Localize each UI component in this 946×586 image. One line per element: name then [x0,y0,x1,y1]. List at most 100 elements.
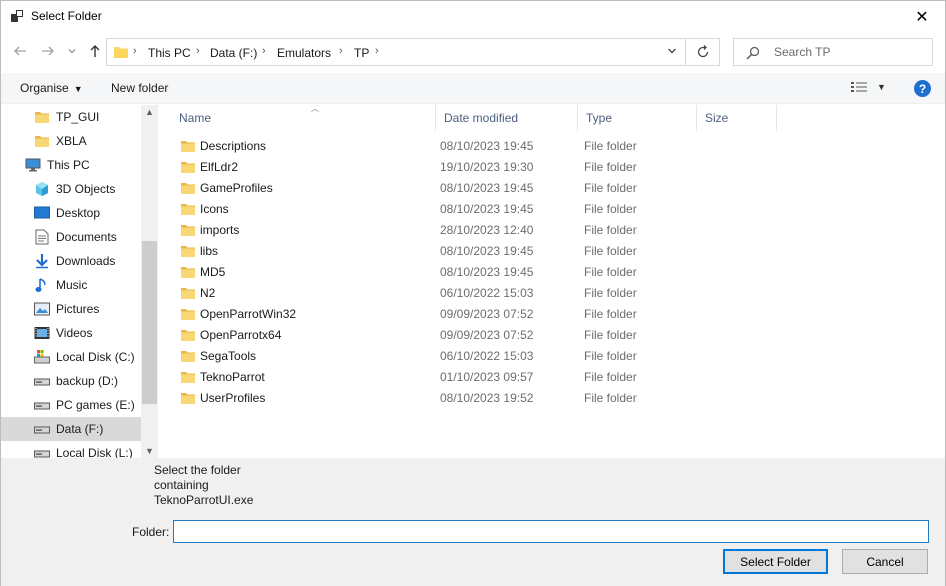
navigation-pane[interactable]: TP_GUI XBLA This PC 3D Objects Desktop Docume… [1,105,158,458]
file-name: libs [200,244,219,258]
table-row[interactable]: imports 28/10/2023 12:40 File folder [159,220,945,241]
table-row[interactable]: MD5 08/10/2023 19:45 File folder [159,262,945,283]
table-row[interactable]: Descriptions 08/10/2023 19:45 File folder [159,136,945,157]
folder-icon [181,204,195,215]
app-window-icon [11,10,23,22]
nav-item-local-disk-l[interactable]: Local Disk (L:) [1,441,141,458]
cancel-button[interactable]: Cancel [842,549,928,574]
nav-item-label: Music [56,278,88,292]
scrollbar-thumb[interactable] [142,241,157,404]
file-name: Icons [200,202,229,216]
nav-item-icon [34,253,50,269]
close-button[interactable]: ✕ [899,1,945,32]
column-header-type[interactable]: Type [578,105,697,131]
search-box[interactable] [733,38,933,66]
breadcrumb-separator[interactable]: › [133,45,137,57]
breadcrumb-emulators[interactable]: Emulators [277,46,331,60]
breadcrumb-separator[interactable]: › [339,45,343,57]
file-date-modified: 08/10/2023 19:52 [440,391,534,405]
table-row[interactable]: SegaTools 06/10/2022 15:03 File folder [159,346,945,367]
help-icon: ? [918,81,927,96]
chevron-down-icon [68,49,76,54]
download-icon [36,254,48,269]
chevron-down-icon[interactable] [667,46,677,56]
search-input[interactable] [772,43,922,61]
nav-item-local-disk-c[interactable]: Local Disk (C:) [1,345,141,369]
nav-item-label: Local Disk (C:) [56,350,135,364]
breadcrumb-separator[interactable]: › [262,45,266,57]
nav-item-pictures[interactable]: Pictures [1,297,141,321]
arrow-left-icon [14,46,26,56]
folder-icon [181,372,195,383]
drive-icon [34,450,50,458]
folder-icon [35,112,49,123]
breadcrumb-separator[interactable]: › [196,45,200,57]
refresh-button[interactable] [686,38,720,66]
table-row[interactable]: libs 08/10/2023 19:45 File folder [159,241,945,262]
address-bar[interactable]: › This PC › Data (F:) › Emulators › TP › [106,38,686,66]
music-icon [35,278,46,292]
column-header-date-modified[interactable]: Date modified [436,105,578,131]
nav-item-videos[interactable]: Videos [1,321,141,345]
nav-item-tp-gui[interactable]: TP_GUI [1,105,141,129]
system-drive-icon [34,350,50,364]
select-folder-button[interactable]: Select Folder [723,549,828,574]
file-date-modified: 08/10/2023 19:45 [440,181,534,195]
breadcrumb-this-pc[interactable]: This PC [148,46,191,60]
file-name: Descriptions [200,139,267,153]
breadcrumb-tp[interactable]: TP [354,46,369,60]
table-row[interactable]: TeknoParrot 01/10/2023 09:57 File folder [159,367,945,388]
nav-item-backup-d[interactable]: backup (D:) [1,369,141,393]
folder-field-label: Folder: [132,525,170,539]
back-button[interactable] [11,42,29,60]
details-view-icon [851,82,867,92]
nav-item-documents[interactable]: Documents [1,225,141,249]
scroll-down-arrow-icon[interactable]: ▼ [141,446,158,456]
folder-icon [181,183,195,194]
arrow-right-icon [42,46,54,56]
document-icon [35,229,49,245]
table-row[interactable]: ElfLdr2 19/10/2023 19:30 File folder [159,157,945,178]
up-button[interactable] [86,42,104,60]
navigation-pane-scrollbar[interactable]: ▲ ▼ [141,105,158,458]
file-type: File folder [584,139,637,153]
table-row[interactable]: GameProfiles 08/10/2023 19:45 File folder [159,178,945,199]
nav-item-music[interactable]: Music [1,273,141,297]
table-row[interactable]: OpenParrotx64 09/09/2023 07:52 File folder [159,325,945,346]
table-row[interactable]: UserProfiles 08/10/2023 19:52 File folder [159,388,945,409]
nav-item-xbla[interactable]: XBLA [1,129,141,153]
file-type: File folder [584,265,637,279]
nav-item-icon [34,133,50,149]
nav-item-desktop[interactable]: Desktop [1,201,141,225]
desktop-icon [34,206,50,219]
file-list[interactable]: Name ︿ Date modified Type Size Descripti… [159,104,945,458]
table-row[interactable]: Icons 08/10/2023 19:45 File folder [159,199,945,220]
file-type: File folder [584,328,637,342]
select-folder-dialog: Select Folder ✕ › This PC › Data (F:) › … [0,0,946,586]
file-type: File folder [584,391,637,405]
change-view-button[interactable]: ▼ [851,81,886,93]
nav-item-3d-objects[interactable]: 3D Objects [1,177,141,201]
file-date-modified: 01/10/2023 09:57 [440,370,534,384]
new-folder-button[interactable]: New folder [111,81,168,95]
help-button[interactable]: ? [914,80,931,97]
column-header-size[interactable]: Size [697,105,777,131]
folder-name-input[interactable] [173,520,929,543]
nav-item-downloads[interactable]: Downloads [1,249,141,273]
nav-item-pc-games-e[interactable]: PC games (E:) [1,393,141,417]
file-name: OpenParrotWin32 [200,307,297,321]
organise-button[interactable]: Organise ▼ [20,81,83,95]
scroll-up-arrow-icon[interactable]: ▲ [141,107,158,117]
search-icon [746,46,760,60]
recent-locations-button[interactable] [63,42,81,60]
forward-button[interactable] [39,42,57,60]
nav-item-this-pc[interactable]: This PC [1,153,141,177]
dialog-description: Select the folder containing TeknoParrot… [154,463,254,507]
table-row[interactable]: N2 06/10/2022 15:03 File folder [159,283,945,304]
nav-item-data-f[interactable]: Data (F:) [1,417,141,441]
table-row[interactable]: OpenParrotWin32 09/09/2023 07:52 File fold… [159,304,945,325]
breadcrumb-separator[interactable]: › [375,45,379,57]
file-type: File folder [584,244,637,258]
breadcrumb-data-f[interactable]: Data (F:) [210,46,257,60]
column-header-name[interactable]: Name ︿ [171,104,436,131]
